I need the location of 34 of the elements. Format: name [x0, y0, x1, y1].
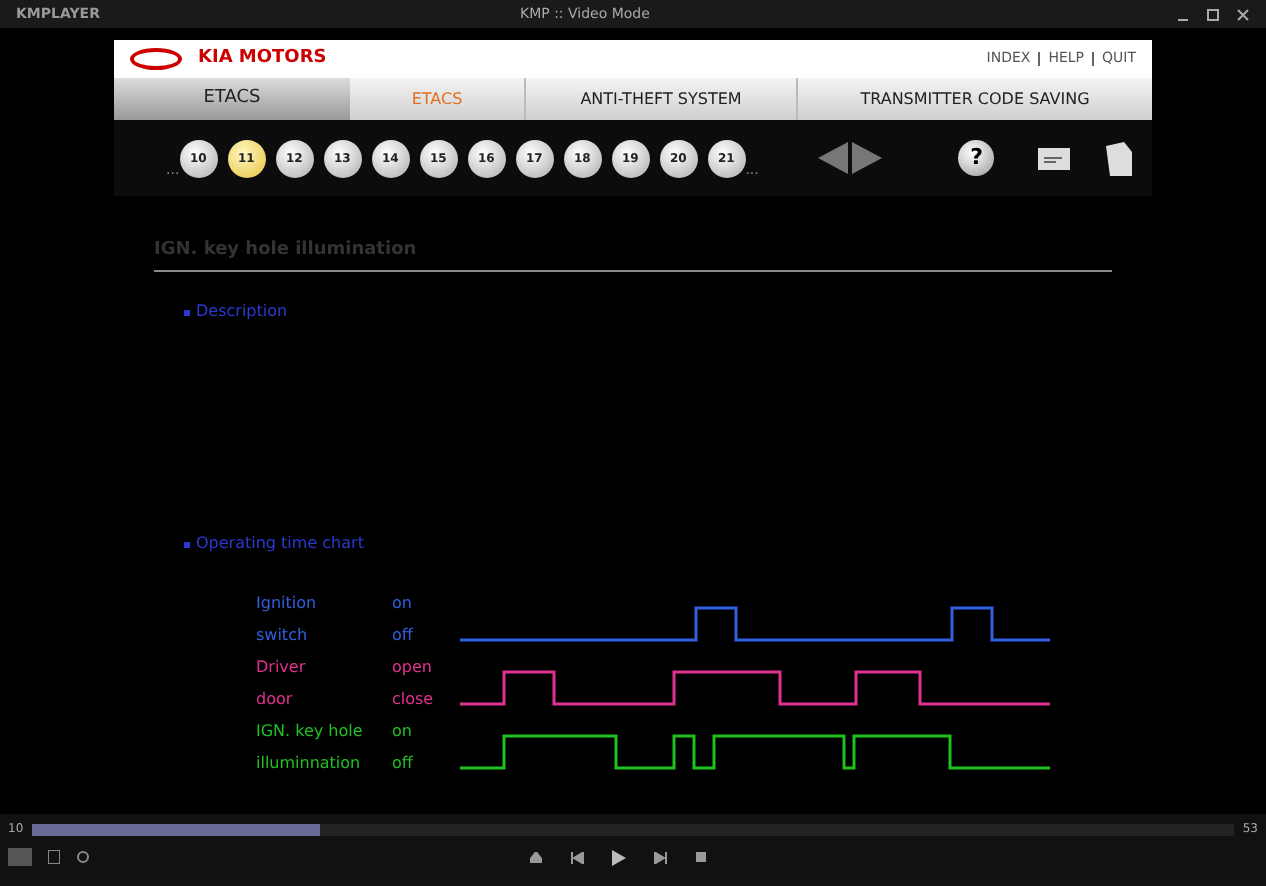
maximize-icon[interactable] [1206, 7, 1220, 21]
document-icon[interactable] [1106, 141, 1135, 175]
signal-name: Ignition [256, 592, 319, 616]
brand-name: KIA MOTORS [198, 45, 327, 72]
list-icon[interactable] [48, 850, 60, 864]
section-heading: Description [196, 300, 288, 324]
next-icon[interactable] [654, 851, 668, 863]
bullet-icon [184, 541, 190, 547]
signal-state: close [392, 688, 436, 712]
section-heading: Operating time chart [196, 532, 364, 556]
signal-name: door [256, 688, 295, 712]
previous-icon[interactable] [570, 851, 584, 863]
settings-icon[interactable] [76, 850, 90, 864]
seek-track[interactable] [31, 823, 1235, 835]
signal-state: on [392, 592, 414, 616]
envelope-icon[interactable] [1038, 147, 1071, 169]
signal-state: off [392, 624, 415, 648]
signal-state: on [392, 720, 414, 744]
tab[interactable]: TRANSMITTER CODE SAVING [798, 78, 1152, 120]
signal-state: off [392, 752, 415, 776]
tab[interactable]: ANTI-THEFT SYSTEM [526, 78, 798, 120]
signal-name: IGN. key hole [256, 720, 365, 744]
bullet-icon [184, 309, 190, 315]
eject-icon[interactable] [530, 851, 542, 863]
logo-icon [130, 48, 182, 70]
signal-name: switch [256, 624, 310, 648]
play-icon[interactable] [612, 849, 626, 865]
section-label: ETACS [114, 78, 350, 120]
close-icon[interactable] [1236, 7, 1250, 21]
help-button[interactable]: ? [958, 140, 995, 176]
signal-name: Driver [256, 656, 308, 680]
signal-state: open [392, 656, 434, 680]
prev-next-arrows-icon[interactable] [818, 142, 883, 174]
signal-name: illuminnation [256, 752, 363, 776]
